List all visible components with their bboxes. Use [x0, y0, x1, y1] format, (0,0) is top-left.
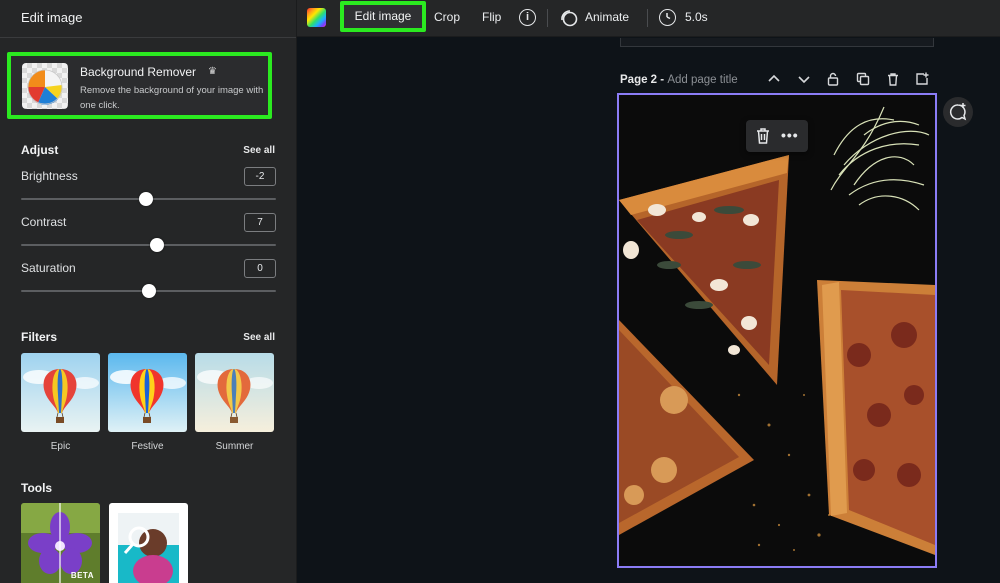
edit-image-button[interactable]: Edit image: [340, 1, 426, 32]
saturation-value-input[interactable]: 0: [244, 259, 276, 278]
saturation-slider-handle[interactable]: [141, 284, 156, 298]
top-toolbar: Edit image Crop Flip i Animate 5.0s: [297, 0, 1000, 37]
selected-page-image[interactable]: [617, 93, 937, 568]
crop-button[interactable]: Crop: [434, 10, 460, 24]
page-number: Page 2 -: [620, 74, 668, 86]
color-picker-button[interactable]: [307, 8, 326, 27]
background-remover-title: Background Remover: [80, 65, 197, 79]
previous-page-edge: [620, 38, 934, 47]
beta-badge: BETA: [70, 571, 94, 580]
hot-air-balloon-icon: [108, 353, 187, 432]
tool-face-retouch[interactable]: [109, 503, 188, 583]
lock-page-icon[interactable]: [825, 71, 841, 87]
filter-epic[interactable]: [21, 353, 100, 432]
brightness-slider-handle[interactable]: [138, 192, 153, 206]
background-remover-thumbnail: [22, 63, 68, 109]
adjust-heading: Adjust: [21, 143, 59, 157]
info-icon[interactable]: i: [519, 9, 536, 26]
panel-divider: [0, 37, 296, 38]
clock-icon[interactable]: [659, 9, 676, 26]
add-comment-button[interactable]: [943, 97, 973, 127]
comment-add-icon: [949, 103, 967, 121]
hot-air-balloon-icon: [195, 353, 274, 432]
design-canvas: Page 2 - Add page title •••: [297, 38, 1000, 583]
brightness-value-input[interactable]: -2: [244, 167, 276, 186]
editor-window: Edit image Background Remover ♛ Remove t…: [0, 0, 1000, 583]
duplicate-page-icon[interactable]: [855, 71, 871, 87]
brightness-slider[interactable]: [21, 192, 276, 206]
background-remover-card[interactable]: Background Remover ♛ Remove the backgrou…: [7, 52, 272, 119]
animate-icon[interactable]: [559, 8, 579, 28]
brightness-label: Brightness: [21, 169, 78, 183]
beach-ball-icon: [27, 69, 63, 105]
move-page-down-icon[interactable]: [796, 71, 812, 87]
more-options-icon[interactable]: •••: [781, 128, 801, 144]
contrast-slider-handle[interactable]: [150, 238, 165, 252]
adjust-see-all-link[interactable]: See all: [243, 145, 275, 156]
saturation-slider[interactable]: [21, 284, 276, 298]
filters-heading: Filters: [21, 330, 58, 344]
page-label: Page 2 - Add page title: [620, 74, 738, 86]
move-page-up-icon[interactable]: [766, 71, 782, 87]
filter-summer-label: Summer: [215, 441, 254, 452]
contrast-value-input[interactable]: 7: [244, 213, 276, 232]
contrast-label: Contrast: [21, 215, 67, 229]
duration-button[interactable]: 5.0s: [685, 10, 708, 24]
background-remover-description: Remove the background of your image with…: [80, 85, 264, 111]
filter-festive[interactable]: [108, 353, 187, 432]
animate-button[interactable]: Animate: [585, 10, 629, 24]
flip-button[interactable]: Flip: [482, 10, 501, 24]
toolbar-separator: [647, 9, 648, 27]
crown-icon: ♛: [208, 66, 217, 77]
tools-heading: Tools: [21, 481, 53, 495]
saturation-label: Saturation: [21, 261, 76, 275]
portrait-photo-icon: [109, 503, 188, 583]
add-page-icon[interactable]: [914, 71, 930, 87]
edit-image-panel: Edit image Background Remover ♛ Remove t…: [0, 0, 297, 583]
filter-epic-label: Epic: [50, 441, 71, 452]
contrast-slider[interactable]: [21, 238, 276, 252]
clock-hands-icon: [666, 13, 671, 20]
trash-icon[interactable]: [755, 127, 771, 145]
page-title-input[interactable]: Add page title: [667, 74, 737, 86]
hot-air-balloon-icon: [21, 353, 100, 432]
tool-magic-edit[interactable]: BETA: [21, 503, 100, 583]
panel-title: Edit image: [21, 10, 83, 25]
pizza-photo: [619, 95, 935, 566]
filters-see-all-link[interactable]: See all: [243, 332, 275, 343]
element-context-menu: •••: [746, 120, 808, 152]
toolbar-separator: [547, 9, 548, 27]
filter-festive-label: Festive: [131, 441, 164, 452]
filter-summer[interactable]: [195, 353, 274, 432]
delete-page-icon[interactable]: [885, 71, 901, 87]
